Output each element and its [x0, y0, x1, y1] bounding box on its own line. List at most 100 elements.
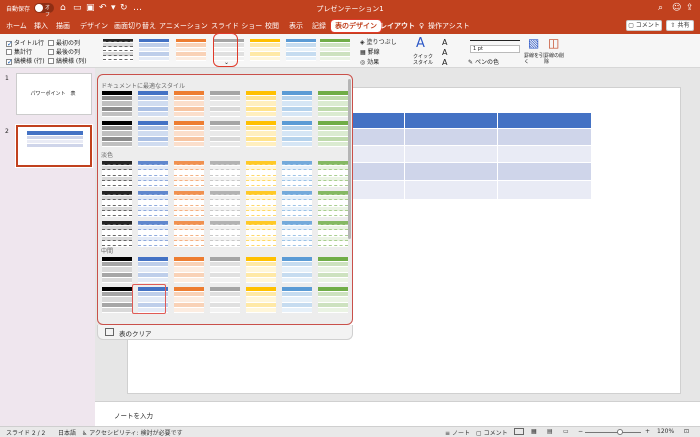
tab-design[interactable]: デザイン [80, 20, 108, 32]
table-style-thumbnail[interactable] [318, 191, 348, 217]
tab-record[interactable]: 記録 [312, 20, 326, 32]
table-style-thumbnail[interactable] [246, 287, 276, 313]
profile-icon[interactable]: ☺ [672, 3, 681, 13]
table-style-thumbnail[interactable] [102, 191, 132, 217]
gallery-expand-icon[interactable]: ⌄ [224, 59, 229, 66]
reading-view-icon[interactable]: ▤ [547, 428, 553, 435]
tab-tell-me[interactable]: 操作アシスト [428, 20, 470, 32]
option-first-column[interactable]: 最初の列 [48, 38, 80, 47]
option-total-row[interactable]: 集計行 [6, 47, 32, 56]
table-style-thumbnail[interactable] [246, 257, 276, 283]
checkbox-last-column[interactable] [48, 49, 54, 55]
tab-insert[interactable]: 挿入 [34, 20, 48, 32]
text-effects-icon[interactable]: A [442, 58, 447, 67]
table-style-thumbnail[interactable] [174, 257, 204, 283]
border-button[interactable]: ▦ 罫線 [360, 47, 380, 56]
table-style-thumbnail[interactable] [138, 91, 168, 117]
table-cell[interactable] [498, 163, 591, 180]
table-style-thumbnail[interactable] [138, 121, 168, 147]
zoom-in-icon[interactable]: + [645, 428, 650, 435]
table-style-thumbnail[interactable] [318, 257, 348, 283]
table-style-thumbnail[interactable] [210, 91, 240, 117]
quick-style-icon[interactable]: A [416, 36, 425, 51]
zoom-slider[interactable] [585, 432, 641, 433]
table-style-thumbnail[interactable] [138, 191, 168, 217]
table-cell[interactable] [498, 146, 591, 162]
draw-table-icon[interactable]: ▧ [528, 36, 539, 50]
tab-animations[interactable]: アニメーション [159, 20, 208, 32]
normal-view-icon[interactable] [514, 428, 524, 435]
effects-button[interactable]: ◎ 効果 [360, 57, 379, 66]
table-style-thumbnail[interactable] [174, 91, 204, 117]
table-style-thumbnail[interactable] [102, 221, 132, 247]
slide-thumbnail-2[interactable] [15, 124, 93, 168]
table-style-thumbnail[interactable] [318, 161, 348, 187]
table-cell[interactable] [405, 181, 497, 199]
table-style-thumbnail[interactable] [318, 91, 348, 117]
tab-home[interactable]: ホーム [6, 20, 27, 32]
text-fill-icon[interactable]: A [442, 38, 447, 47]
table-style-thumbnail[interactable] [138, 257, 168, 283]
table-cell[interactable] [405, 146, 497, 162]
table-style-thumbnail[interactable] [210, 191, 240, 217]
line-style-sample[interactable] [470, 40, 520, 41]
table-style-thumbnail[interactable] [102, 161, 132, 187]
zoom-slider-knob[interactable] [617, 429, 623, 435]
search-icon[interactable]: ⌕ [658, 3, 663, 13]
shading-button[interactable]: ◈ 塗りつぶし [360, 37, 397, 46]
table-style-thumbnail[interactable] [210, 257, 240, 283]
table-cell[interactable] [405, 113, 497, 128]
table-style-thumbnail[interactable] [282, 121, 312, 147]
table-style-thumbnail[interactable] [282, 191, 312, 217]
table-style-thumbnail[interactable] [210, 287, 240, 313]
zoom-level[interactable]: 120% [657, 428, 674, 435]
table-style-thumbnail[interactable] [174, 221, 204, 247]
notes-toggle[interactable]: ≡ ノート [445, 428, 470, 437]
table-style-thumbnail[interactable] [282, 161, 312, 187]
table-style-thumbnail[interactable] [139, 39, 169, 61]
fit-slide-icon[interactable]: ⊡ [684, 428, 689, 435]
table-style-thumbnail[interactable] [138, 161, 168, 187]
table-style-thumbnail[interactable] [282, 257, 312, 283]
tab-transitions[interactable]: 画面切り替え [114, 20, 156, 32]
table-style-thumbnail[interactable] [318, 287, 348, 313]
table-style-thumbnail[interactable] [318, 121, 348, 147]
table-style-thumbnail[interactable] [250, 39, 280, 61]
table-style-thumbnail[interactable] [210, 161, 240, 187]
checkbox-banded-columns[interactable] [48, 58, 54, 64]
table-style-thumbnail[interactable] [318, 221, 348, 247]
accessibility-status[interactable]: ♿ アクセシビリティ: 検討が必要です [82, 428, 183, 437]
option-banded-rows[interactable]: 縞模様 (行) [6, 56, 45, 65]
table-style-thumbnail[interactable] [102, 287, 132, 313]
slide-sorter-icon[interactable]: ▦ [531, 428, 537, 435]
checkbox-banded-rows[interactable] [6, 59, 12, 65]
tab-view[interactable]: 表示 [289, 20, 303, 32]
tab-draw[interactable]: 描画 [56, 20, 70, 32]
option-header-row[interactable]: タイトル行 [6, 38, 44, 47]
table-style-thumbnail[interactable] [246, 91, 276, 117]
text-outline-icon[interactable]: A [442, 48, 447, 57]
line-weight-select[interactable]: 1 pt [470, 45, 520, 53]
table-style-thumbnail[interactable] [282, 287, 312, 313]
table-style-thumbnail[interactable] [102, 91, 132, 117]
share-button[interactable]: ⇧ 共有 [666, 20, 694, 31]
table-style-thumbnail[interactable] [102, 257, 132, 283]
table-cell[interactable] [405, 129, 497, 145]
share-arrow-icon[interactable]: ⇪ [686, 3, 694, 13]
table-style-thumbnail[interactable] [210, 221, 240, 247]
pen-color-button[interactable]: ✎ ペンの色 [468, 57, 499, 66]
zoom-out-icon[interactable]: − [578, 428, 583, 435]
table-style-thumbnail[interactable] [282, 221, 312, 247]
slide-thumbnail-1[interactable]: パワーポイント 表 [16, 73, 92, 115]
table-cell[interactable] [498, 181, 591, 199]
language-status[interactable]: 日本語 [58, 428, 76, 437]
checkbox-first-column[interactable] [48, 40, 54, 46]
table-cell[interactable] [498, 129, 591, 145]
table-style-thumbnail[interactable] [174, 191, 204, 217]
table-cell[interactable] [405, 163, 497, 180]
table-style-thumbnail[interactable] [246, 161, 276, 187]
checkbox-total-row[interactable] [6, 49, 12, 55]
comments-toggle[interactable]: ▢ コメント [476, 428, 508, 437]
clear-table-button[interactable]: 表のクリア [97, 325, 353, 340]
table-style-thumbnail[interactable] [174, 287, 204, 313]
